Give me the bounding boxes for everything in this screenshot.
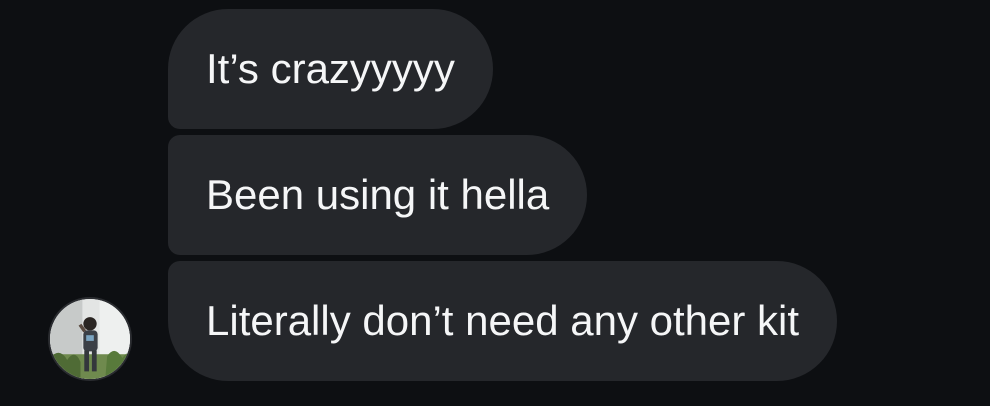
avatar-photo-icon [50,299,130,379]
message-text: Been using it hella [206,171,550,218]
message-bubble[interactable]: Been using it hella [168,135,588,255]
sender-avatar[interactable] [48,297,132,381]
message-text: It’s crazyyyyy [206,45,455,92]
message-thread: It’s crazyyyyy Been using it hella Liter… [0,0,990,406]
message-bubble[interactable]: It’s crazyyyyy [168,9,493,129]
message-bubble[interactable]: Literally don’t need any other kit [168,261,838,381]
message-text: Literally don’t need any other kit [206,297,800,344]
